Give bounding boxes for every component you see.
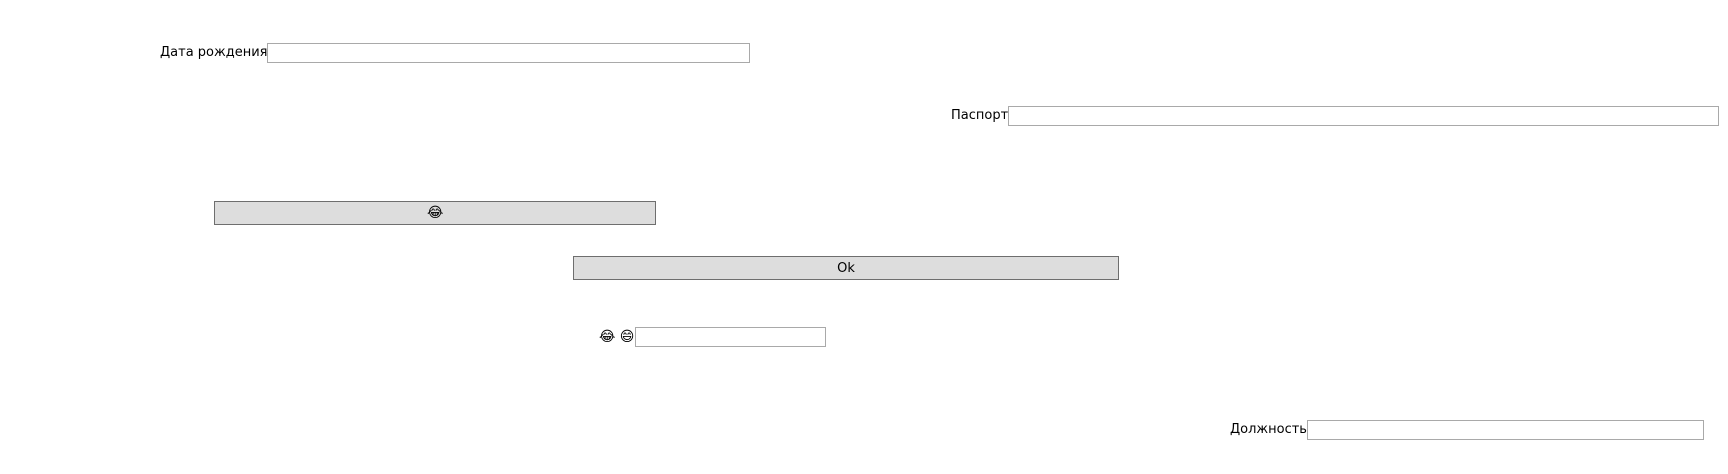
birth-date-label: Дата рождения <box>160 45 268 60</box>
position-row: Должность <box>1230 420 1704 440</box>
birth-date-field[interactable] <box>267 43 751 63</box>
ok-button[interactable]: Ok <box>573 256 1119 280</box>
position-label: Должность <box>1230 422 1307 437</box>
emoji-field-row: 😂 😄 <box>599 327 826 347</box>
laughing-emoji-icon: 😂 <box>599 329 616 345</box>
emoji-field[interactable] <box>635 327 826 347</box>
passport-row: Паспорт <box>951 106 1720 126</box>
position-field[interactable] <box>1306 420 1704 440</box>
laughing-emoji-icon: 😂 <box>427 205 444 221</box>
emoji-button[interactable]: 😂 <box>214 201 656 225</box>
grinning-emoji-icon: 😄 <box>619 329 635 345</box>
passport-field[interactable] <box>1008 106 1720 126</box>
birth-date-row: Дата рождения <box>160 43 751 63</box>
passport-label: Паспорт <box>951 108 1009 123</box>
